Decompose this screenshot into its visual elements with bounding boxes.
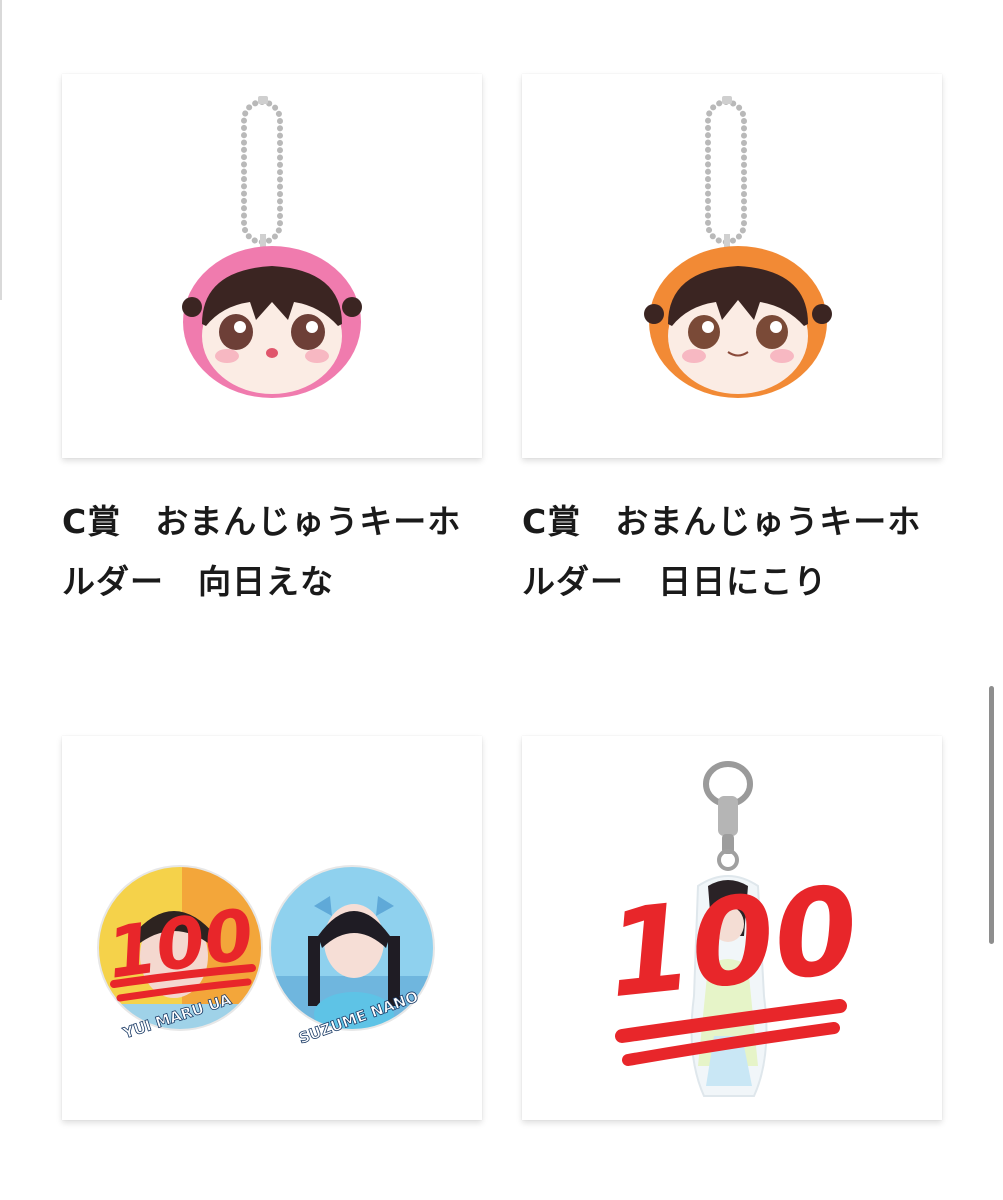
product-title-nikori[interactable]: C賞 おまんじゅうキーホルダー 日日にこり (522, 492, 942, 612)
product-card-ena[interactable] (62, 74, 482, 458)
orange-manju-keychain-image (644, 96, 832, 398)
product-card-nikori[interactable] (522, 74, 942, 458)
scrollbar-thumb[interactable] (989, 686, 994, 944)
can-badge-set-image: YUI MARU UA SUZUME NANO 100 (97, 865, 435, 1048)
acrylic-keychain-image: 100 (601, 761, 865, 1097)
product-card-acrylic-keychain[interactable]: 100 (522, 736, 942, 1120)
product-card-can-badges[interactable]: YUI MARU UA SUZUME NANO 100 (62, 736, 482, 1120)
hundred-emoji-large: 100 (601, 861, 865, 1025)
pink-manju-keychain-image (182, 96, 362, 398)
page-edge-divider (0, 0, 2, 300)
product-title-ena[interactable]: C賞 おまんじゅうキーホルダー 向日えな (62, 492, 482, 612)
